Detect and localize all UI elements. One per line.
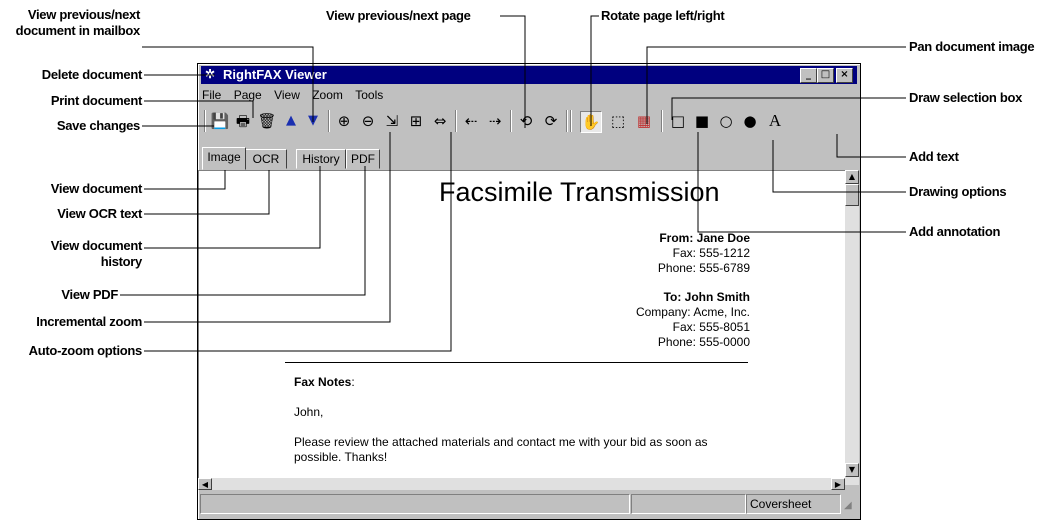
recipient-company: Company: Acme, Inc. bbox=[635, 305, 750, 319]
zoom-selection-icon[interactable]: ⇲ bbox=[382, 111, 402, 131]
status-panel-2 bbox=[631, 494, 746, 514]
previous-document-icon[interactable]: ▲ bbox=[281, 111, 301, 131]
callout-line: document in mailbox bbox=[15, 23, 141, 38]
menu-zoom[interactable]: Zoom bbox=[312, 88, 343, 102]
message-line-2: possible. Thanks! bbox=[294, 450, 388, 464]
recipient-fax: Fax: 555-8051 bbox=[672, 320, 750, 334]
zoom-in-icon[interactable]: ⊕ bbox=[334, 111, 354, 131]
message-line-1: Please review the attached materials and… bbox=[294, 435, 708, 449]
horizontal-scrollbar[interactable]: ◀ ▶ bbox=[198, 478, 845, 490]
rectangle-filled-icon[interactable]: ■ bbox=[692, 111, 712, 131]
toolbar-separator bbox=[570, 110, 572, 132]
status-panel-1 bbox=[200, 494, 630, 514]
menu-tools[interactable]: Tools bbox=[355, 88, 383, 102]
app-icon: ✲ bbox=[205, 67, 216, 81]
scroll-down-icon[interactable]: ▼ bbox=[845, 463, 859, 477]
fit-page-icon[interactable]: ⊞ bbox=[406, 111, 426, 131]
vertical-scrollbar[interactable]: ▲ ▼ bbox=[845, 170, 859, 485]
callout-view-document: View document bbox=[50, 181, 143, 196]
fax-notes-colon: : bbox=[351, 375, 355, 389]
zoom-out-icon[interactable]: ⊖ bbox=[358, 111, 378, 131]
sender-name: From: Jane Doe bbox=[659, 231, 750, 245]
callout-save-changes: Save changes bbox=[56, 118, 140, 133]
divider bbox=[285, 362, 748, 363]
close-button[interactable]: × bbox=[836, 68, 853, 83]
status-bar: Coversheet ◢ bbox=[198, 492, 858, 516]
window-title: RightFAX Viewer bbox=[223, 67, 327, 82]
tab-history[interactable]: History bbox=[296, 149, 346, 169]
menu-file[interactable]: File bbox=[202, 88, 221, 102]
status-page-type: Coversheet bbox=[746, 494, 841, 514]
rotate-left-icon[interactable]: ⟲ bbox=[516, 111, 536, 131]
recipient-name: To: John Smith bbox=[663, 290, 750, 304]
callout-rotate-page: Rotate page left/right bbox=[601, 8, 725, 23]
callout-line: View previous/next bbox=[27, 7, 140, 22]
save-icon[interactable]: 💾 bbox=[210, 111, 230, 131]
ellipse-filled-icon[interactable]: ● bbox=[740, 111, 760, 131]
sender-phone: Phone: 555-6789 bbox=[657, 261, 750, 275]
toolbar: 💾 🖶 🗑 ▲ ▼ ⊕ ⊖ ⇲ ⊞ ⇔ ⇠ ⇢ ⟲ ⟳ ✋ ⬚ ▦ □ ■ ○ … bbox=[202, 108, 854, 134]
callout-incremental-zoom: Incremental zoom bbox=[36, 314, 142, 329]
toolbar-separator bbox=[566, 110, 568, 132]
callout-add-text: Add text bbox=[909, 149, 959, 164]
callout-view-prev-next-page: View previous/next page bbox=[326, 8, 471, 23]
sender-block: From: Jane Doe Fax: 555-1212 Phone: 555-… bbox=[658, 231, 750, 276]
callout-view-ocr-text: View OCR text bbox=[57, 206, 142, 221]
callout-view-pdf: View PDF bbox=[61, 287, 118, 302]
previous-page-icon[interactable]: ⇠ bbox=[461, 111, 481, 131]
toolbar-separator bbox=[455, 110, 457, 132]
ellipse-outline-icon[interactable]: ○ bbox=[716, 111, 736, 131]
menu-view[interactable]: View bbox=[274, 88, 300, 102]
toolbar-separator bbox=[510, 110, 512, 132]
callout-auto-zoom-options: Auto-zoom options bbox=[28, 343, 143, 358]
resize-grip-icon[interactable]: ◢ bbox=[844, 500, 852, 511]
scroll-right-icon[interactable]: ▶ bbox=[831, 478, 845, 490]
callout-line: history bbox=[100, 254, 143, 269]
selection-box-icon[interactable]: ⬚ bbox=[608, 111, 628, 131]
print-icon[interactable]: 🖶 bbox=[233, 111, 253, 131]
rightfax-viewer-window: ✲ RightFAX Viewer _ □ × File Page View Z… bbox=[197, 63, 861, 520]
next-document-icon[interactable]: ▼ bbox=[303, 111, 323, 131]
greeting: John, bbox=[294, 405, 324, 419]
fax-notes-label: Fax Notes bbox=[294, 375, 352, 389]
fax-notes-heading: Fax Notes: bbox=[294, 375, 355, 390]
callout-draw-selection-box: Draw selection box bbox=[909, 90, 1023, 105]
next-page-icon[interactable]: ⇢ bbox=[485, 111, 505, 131]
rotate-right-icon[interactable]: ⟳ bbox=[541, 111, 561, 131]
recipient-block: To: John Smith Company: Acme, Inc. Fax: … bbox=[636, 290, 750, 350]
title-bar: ✲ RightFAX Viewer _ □ × bbox=[201, 66, 857, 84]
toolbar-separator bbox=[328, 110, 330, 132]
text-tool-icon[interactable]: A bbox=[765, 111, 785, 131]
menu-page[interactable]: Page bbox=[234, 88, 262, 102]
delete-icon[interactable]: 🗑 bbox=[257, 111, 277, 131]
pan-hand-icon[interactable]: ✋ bbox=[580, 111, 602, 133]
annotation-icon[interactable]: ▦ bbox=[634, 111, 654, 131]
scroll-left-icon[interactable]: ◀ bbox=[198, 478, 212, 490]
scroll-thumb[interactable] bbox=[845, 184, 859, 206]
recipient-phone: Phone: 555-0000 bbox=[657, 335, 750, 349]
rectangle-outline-icon[interactable]: □ bbox=[668, 111, 688, 131]
sender-fax: Fax: 555-1212 bbox=[672, 246, 750, 260]
callout-view-prev-next-document: View previous/next document in mailbox bbox=[3, 7, 141, 39]
fit-width-icon[interactable]: ⇔ bbox=[430, 111, 450, 131]
callout-drawing-options: Drawing options bbox=[909, 184, 1007, 199]
toolbar-grip bbox=[204, 110, 206, 132]
callout-add-annotation: Add annotation bbox=[909, 224, 1001, 239]
tab-pdf[interactable]: PDF bbox=[346, 149, 380, 169]
scroll-up-icon[interactable]: ▲ bbox=[845, 170, 859, 184]
menu-bar: File Page View Zoom Tools bbox=[202, 88, 392, 105]
toolbar-separator bbox=[661, 110, 663, 132]
maximize-button[interactable]: □ bbox=[817, 68, 834, 83]
callout-delete-document: Delete document bbox=[41, 67, 143, 82]
minimize-button[interactable]: _ bbox=[800, 68, 817, 83]
fax-title: Facsimile Transmission bbox=[439, 177, 720, 207]
callout-print-document: Print document bbox=[50, 93, 142, 108]
document-image[interactable]: Facsimile Transmission From: Jane Doe Fa… bbox=[198, 170, 846, 479]
callout-pan-document-image: Pan document image bbox=[909, 39, 1035, 54]
callout-line: View document bbox=[50, 238, 143, 253]
callout-view-document-history: View document history bbox=[3, 238, 143, 270]
tab-ocr[interactable]: OCR bbox=[245, 149, 287, 169]
tab-image[interactable]: Image bbox=[202, 147, 246, 170]
